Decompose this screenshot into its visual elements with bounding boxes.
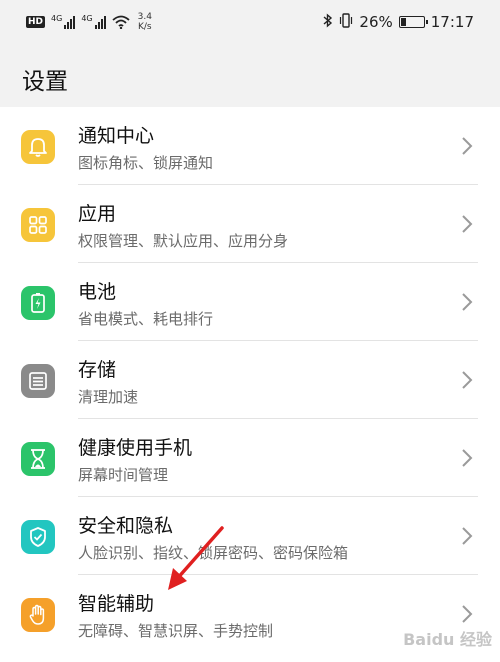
chevron-right-icon <box>462 293 473 311</box>
shield-icon <box>21 520 55 554</box>
status-bar: HD 4G 4G 3.4 K/s 26% 17:17 <box>0 0 500 44</box>
settings-item-apps[interactable]: 应用 权限管理、默认应用、应用分身 <box>0 185 500 263</box>
bell-icon <box>21 130 55 164</box>
baidu-watermark: Baidu 经验 <box>403 630 492 649</box>
page-title: 设置 <box>22 69 68 95</box>
chevron-right-icon <box>462 605 473 623</box>
settings-item-battery[interactable]: 电池 省电模式、耗电排行 <box>0 263 500 341</box>
hand-icon <box>21 598 55 632</box>
storage-icon <box>21 364 55 398</box>
hourglass-icon <box>21 442 55 476</box>
settings-item-title: 应用 <box>78 203 117 225</box>
battery-icon <box>398 16 428 28</box>
chevron-right-icon <box>462 137 473 155</box>
network-speed: 3.4 K/s <box>138 12 152 32</box>
cellular-signal-1-icon: 4G <box>51 14 76 29</box>
wifi-icon <box>112 15 130 29</box>
settings-item-digital-balance[interactable]: 健康使用手机 屏幕时间管理 <box>0 419 500 497</box>
settings-item-title: 电池 <box>78 281 117 303</box>
settings-item-title: 通知中心 <box>78 125 155 147</box>
network-speed-value: 3.4 <box>137 12 152 22</box>
network-type-2: 4G <box>81 14 93 23</box>
battery-level-fill <box>400 18 407 26</box>
chevron-right-icon <box>462 449 473 467</box>
cellular-signal-2-icon: 4G <box>81 14 106 29</box>
clock: 17:17 <box>430 13 474 31</box>
settings-item-security-privacy[interactable]: 安全和隐私 人脸识别、指纹、锁屏密码、密码保险箱 <box>0 497 500 575</box>
settings-item-storage[interactable]: 存储 清理加速 <box>0 341 500 419</box>
settings-item-title: 安全和隐私 <box>78 515 174 537</box>
chevron-right-icon <box>462 371 473 389</box>
chevron-right-icon <box>462 215 473 233</box>
settings-item-subtitle: 清理加速 <box>78 388 139 406</box>
apps-grid-icon <box>21 208 55 242</box>
vibrate-icon <box>339 12 353 32</box>
hd-voice-badge: HD <box>26 16 46 28</box>
network-speed-unit: K/s <box>137 22 152 32</box>
settings-item-subtitle: 屏幕时间管理 <box>78 466 169 484</box>
settings-item-title: 健康使用手机 <box>78 437 193 459</box>
settings-item-subtitle: 权限管理、默认应用、应用分身 <box>78 232 289 250</box>
battery-icon <box>21 286 55 320</box>
network-type-1: 4G <box>51 14 63 23</box>
title-bar: 设置 <box>0 44 500 107</box>
settings-item-title: 存储 <box>78 359 117 381</box>
annotation-arrow-icon <box>168 526 224 590</box>
settings-item-title: 智能辅助 <box>78 593 155 615</box>
settings-item-subtitle: 图标角标、锁屏通知 <box>78 154 214 172</box>
settings-item-subtitle: 无障碍、智慧识屏、手势控制 <box>78 622 274 640</box>
settings-item-notification-center[interactable]: 通知中心 图标角标、锁屏通知 <box>0 107 500 185</box>
chevron-right-icon <box>462 527 473 545</box>
settings-item-subtitle: 省电模式、耗电排行 <box>78 310 214 328</box>
bluetooth-icon <box>323 12 333 32</box>
battery-percent: 26% <box>359 13 393 31</box>
